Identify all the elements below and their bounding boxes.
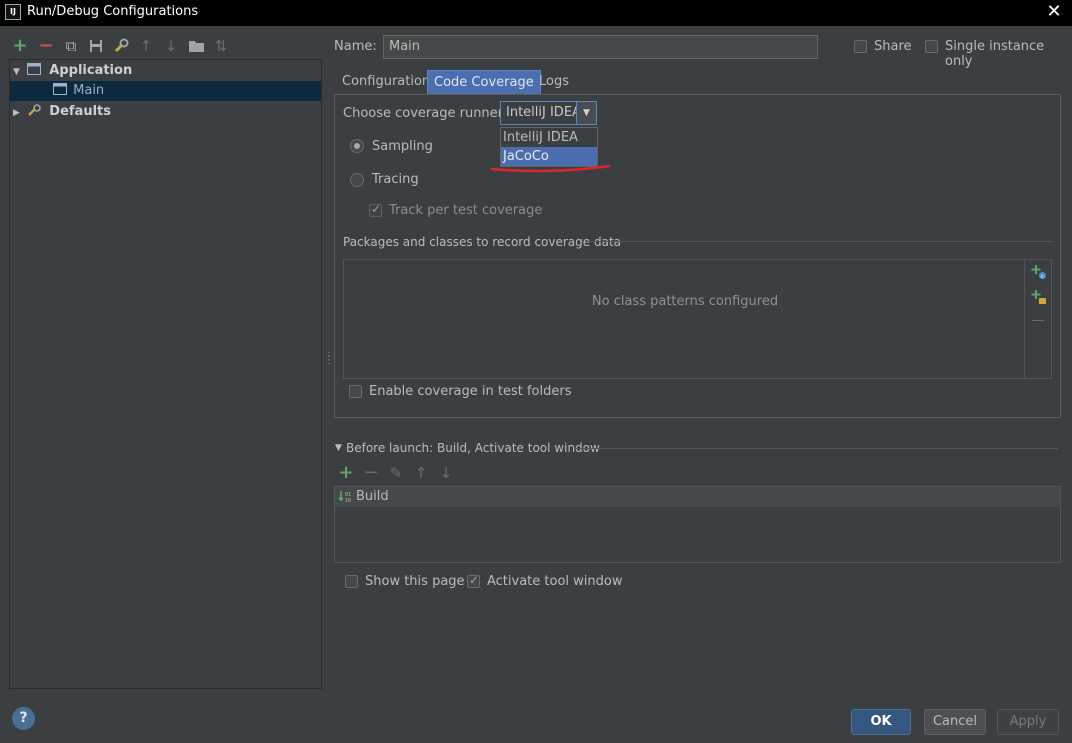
tab-code-coverage[interactable]: Code Coverage	[427, 70, 541, 94]
remove-configuration-icon[interactable]: −	[37, 36, 55, 56]
activate-tool-window-checkbox[interactable]	[467, 573, 480, 588]
tab-logs[interactable]: Logs	[533, 70, 575, 94]
intellij-app-icon: IJ	[5, 4, 21, 20]
patterns-toolbar: c	[1024, 260, 1051, 378]
list-item[interactable]: 01 10 Build	[335, 487, 1060, 507]
sampling-radio[interactable]	[350, 139, 364, 153]
folder-icon[interactable]	[187, 36, 205, 56]
packages-label: Packages and classes to record coverage …	[343, 235, 621, 249]
remove-task-icon[interactable]: −	[362, 463, 380, 483]
share-checkbox[interactable]	[854, 40, 867, 53]
configuration-tree: ▼ Application Main ▶ Defaults	[9, 59, 322, 689]
application-icon	[53, 83, 67, 95]
tree-item-label: Application	[49, 63, 133, 78]
svg-text:c: c	[1041, 274, 1044, 280]
tracing-radio[interactable]	[350, 173, 364, 187]
move-down-icon[interactable]: ↓	[162, 36, 180, 56]
coverage-runner-label: Choose coverage runner:	[343, 106, 508, 121]
collapsed-arrow-icon[interactable]: ▶	[13, 103, 23, 123]
activate-tool-window-label: Activate tool window	[487, 574, 623, 589]
single-instance-checkbox[interactable]	[925, 40, 938, 53]
application-icon	[27, 63, 42, 75]
apply-button[interactable]: Apply	[997, 709, 1059, 735]
splitter-handle[interactable]: ⋮ ⋮	[324, 352, 334, 369]
wrench-icon	[28, 104, 41, 116]
before-launch-header[interactable]: Before launch: Build, Activate tool wind…	[346, 441, 600, 455]
copy-configuration-icon[interactable]: ⧉	[62, 36, 80, 56]
build-icon: 0110	[338, 491, 351, 504]
share-label: Share	[874, 39, 912, 54]
move-task-up-icon[interactable]: ↑	[412, 463, 430, 483]
coverage-runner-value: IntelliJ IDEA	[506, 105, 581, 120]
sort-icon[interactable]: ⇅	[212, 36, 230, 56]
edit-task-icon[interactable]: ✎	[387, 463, 405, 483]
track-per-test-checkbox[interactable]	[369, 202, 382, 217]
window-title: Run/Debug Configurations	[27, 4, 199, 19]
single-instance-label: Single instance only	[945, 39, 1045, 69]
show-this-page-label: Show this page	[365, 574, 465, 589]
tree-item-label: Main	[73, 83, 105, 98]
expanded-arrow-icon[interactable]: ▼	[13, 62, 23, 82]
tracing-label: Tracing	[372, 172, 419, 187]
task-label: Build	[356, 489, 389, 504]
add-task-icon[interactable]: +	[337, 463, 355, 483]
move-task-down-icon[interactable]: ↓	[437, 463, 455, 483]
remove-pattern-icon[interactable]	[1032, 320, 1044, 321]
coverage-runner-select[interactable]: IntelliJ IDEA ▼	[500, 101, 597, 125]
tree-item-main[interactable]: Main	[10, 81, 321, 101]
svg-text:10: 10	[345, 498, 351, 504]
move-up-icon[interactable]: ↑	[137, 36, 155, 56]
empty-patterns-text: No class patterns configured	[591, 294, 779, 309]
add-package-icon[interactable]	[1031, 289, 1047, 305]
before-launch-list: 01 10 Build	[334, 486, 1061, 563]
title-bar: IJ Run/Debug Configurations ✕	[0, 0, 1072, 26]
sampling-label: Sampling	[372, 139, 433, 154]
tree-item-application[interactable]: ▼ Application	[13, 61, 132, 81]
add-class-icon[interactable]: c	[1031, 264, 1047, 280]
enable-test-folders-label: Enable coverage in test folders	[369, 384, 572, 399]
class-patterns-list[interactable]: No class patterns configured c	[343, 259, 1052, 379]
dropdown-arrow-icon[interactable]: ▼	[576, 102, 596, 124]
tab-configuration[interactable]: Configuration	[336, 70, 436, 94]
cancel-button[interactable]: Cancel	[924, 709, 986, 735]
tree-item-defaults[interactable]: ▶ Defaults	[13, 102, 111, 122]
red-underline-annotation	[490, 164, 611, 173]
name-label: Name:	[334, 39, 377, 54]
track-per-test-label: Track per test coverage	[389, 203, 543, 218]
name-field[interactable]: Main	[383, 35, 818, 59]
show-this-page-checkbox[interactable]	[345, 575, 358, 588]
enable-test-folders-checkbox[interactable]	[349, 385, 362, 398]
before-launch-separator	[574, 448, 1058, 449]
before-launch-collapse-icon[interactable]: ▼	[335, 443, 342, 453]
packages-separator	[586, 241, 1052, 242]
close-icon[interactable]: ✕	[1044, 1, 1064, 22]
help-icon[interactable]: ?	[12, 707, 35, 730]
tree-item-label: Defaults	[49, 104, 111, 119]
save-configuration-icon[interactable]	[87, 36, 105, 56]
dropdown-option-intellij[interactable]: IntelliJ IDEA	[501, 128, 597, 147]
edit-defaults-icon[interactable]	[112, 36, 130, 56]
add-configuration-icon[interactable]: +	[11, 36, 29, 56]
ok-button[interactable]: OK	[851, 709, 911, 735]
